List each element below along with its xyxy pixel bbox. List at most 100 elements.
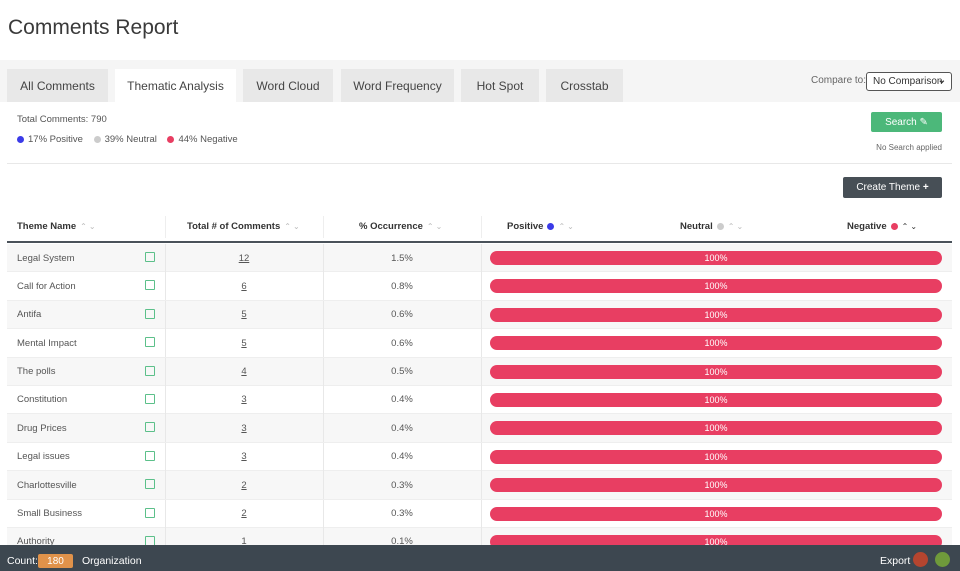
negative-dot-icon: [167, 136, 175, 143]
theme-name: Antifa: [17, 309, 42, 321]
table-row: Call for Action 6 0.8% 100%: [7, 272, 952, 301]
divider: [165, 216, 166, 238]
table-row: Authority 1 0.1% 100%: [7, 527, 952, 545]
col-label: Negative: [847, 221, 887, 232]
comment-count-link[interactable]: 6: [165, 272, 323, 300]
occurrence: 0.3%: [391, 479, 413, 491]
edit-icon[interactable]: [145, 393, 155, 404]
theme-name: Drug Prices: [17, 422, 67, 434]
compare-value: No Comparison: [873, 76, 943, 87]
count-label: Count:: [7, 555, 38, 567]
pdf-export-icon[interactable]: [913, 552, 928, 567]
plus-icon: +: [922, 182, 929, 193]
tab-word-cloud[interactable]: Word Cloud: [243, 69, 333, 102]
sort-icon[interactable]: ⌃⌄: [80, 222, 97, 231]
col-occurrence[interactable]: % Occurrence ⌃⌄: [359, 212, 444, 241]
compare-label: Compare to:: [811, 75, 867, 86]
edit-icon[interactable]: [145, 535, 155, 545]
divider: [481, 471, 482, 500]
occurrence: 0.4%: [391, 394, 413, 406]
divider: [481, 499, 482, 528]
comment-count-link[interactable]: 2: [165, 471, 323, 499]
col-positive[interactable]: Positive ⌃⌄: [507, 212, 576, 241]
search-button[interactable]: Search ✎: [871, 112, 942, 132]
sentiment-legend: 17% Positive 39% Neutral 44% Negative: [17, 134, 238, 145]
negative-bar: 100%: [490, 506, 942, 521]
divider: [481, 272, 482, 301]
sort-icon[interactable]: ⌃⌄: [902, 222, 919, 231]
excel-export-icon[interactable]: [935, 552, 950, 567]
comment-count-link[interactable]: 3: [165, 414, 323, 442]
create-theme-button[interactable]: Create Theme +: [843, 177, 942, 198]
theme-name: Mental Impact: [17, 337, 77, 349]
negative-summary: 44% Negative: [178, 134, 238, 145]
comment-count-link[interactable]: 2: [165, 500, 323, 528]
table-row: Drug Prices 3 0.4% 100%: [7, 414, 952, 443]
tab-all-comments[interactable]: All Comments: [7, 69, 108, 102]
theme-name: Small Business: [17, 508, 82, 520]
compare-select[interactable]: No Comparison ⌄: [866, 72, 952, 91]
edit-icon[interactable]: [145, 507, 155, 518]
col-theme-name[interactable]: Theme Name ⌃⌄: [17, 212, 98, 241]
theme-name: Call for Action: [17, 280, 76, 292]
comment-count-link[interactable]: 5: [165, 329, 323, 357]
occurrence: 0.4%: [391, 451, 413, 463]
occurrence: 0.6%: [391, 337, 413, 349]
negative-bar: 100%: [490, 251, 942, 265]
comment-count-link[interactable]: 3: [165, 443, 323, 471]
search-label: Search: [885, 116, 917, 128]
tab-crosstab[interactable]: Crosstab: [546, 69, 623, 102]
table-row: Charlottesville 2 0.3% 100%: [7, 471, 952, 500]
edit-icon[interactable]: [145, 280, 155, 291]
theme-name: Authority: [17, 536, 55, 545]
comment-count-link[interactable]: 4: [165, 358, 323, 386]
table-row: The polls 4 0.5% 100%: [7, 357, 952, 386]
table-header: Theme Name ⌃⌄ Total # of Comments ⌃⌄ % Occ…: [7, 212, 952, 243]
negative-bar: 100%: [490, 392, 942, 407]
edit-icon[interactable]: [145, 422, 155, 433]
divider: [481, 216, 482, 238]
edit-icon[interactable]: [145, 337, 155, 348]
comment-count-link[interactable]: 12: [165, 244, 323, 272]
sort-icon[interactable]: ⌃⌄: [284, 222, 301, 231]
footer-bar: Count: 180 Organization Export: [0, 545, 960, 571]
negative-bar: 100%: [490, 279, 942, 294]
edit-icon[interactable]: [145, 308, 155, 319]
edit-icon[interactable]: [145, 450, 155, 461]
comment-count-link[interactable]: 1: [165, 528, 323, 545]
theme-name: Constitution: [17, 394, 68, 406]
table-row: Small Business 2 0.3% 100%: [7, 499, 952, 528]
col-negative[interactable]: Negative ⌃⌄: [847, 212, 919, 241]
occurrence: 0.6%: [391, 309, 413, 321]
search-status: No Search applied: [876, 143, 942, 152]
sort-icon[interactable]: ⌃⌄: [728, 222, 745, 231]
divider: [481, 414, 482, 443]
tab-word-frequency[interactable]: Word Frequency: [341, 69, 454, 102]
divider: [323, 216, 324, 238]
organization-label[interactable]: Organization: [82, 555, 142, 567]
comment-count-link[interactable]: 5: [165, 301, 323, 329]
col-label: Positive: [507, 221, 544, 232]
col-neutral[interactable]: Neutral ⌃⌄: [680, 212, 745, 241]
occurrence: 1.5%: [391, 252, 413, 264]
col-label: Theme Name: [17, 221, 77, 232]
page-title: Comments Report: [8, 16, 179, 39]
create-theme-label: Create Theme: [856, 182, 921, 193]
sort-icon[interactable]: ⌃⌄: [427, 222, 444, 231]
tab-hot-spot[interactable]: Hot Spot: [461, 69, 539, 102]
edit-icon[interactable]: [145, 479, 155, 490]
comment-count-link[interactable]: 3: [165, 386, 323, 414]
tab-thematic-analysis[interactable]: Thematic Analysis: [115, 69, 236, 102]
occurrence: 0.4%: [391, 422, 413, 434]
col-total-comments[interactable]: Total # of Comments ⌃⌄: [187, 212, 302, 241]
count-badge: 180: [38, 554, 73, 568]
positive-dot-icon: [17, 136, 24, 143]
neutral-dot-icon: [716, 223, 724, 230]
edit-icon[interactable]: [145, 252, 155, 262]
theme-name: Legal System: [17, 252, 75, 264]
sort-icon[interactable]: ⌃⌄: [558, 222, 575, 231]
negative-bar: 100%: [490, 478, 942, 493]
col-label: % Occurrence: [359, 221, 423, 232]
negative-bar: 100%: [490, 307, 942, 322]
edit-icon[interactable]: [145, 365, 155, 376]
